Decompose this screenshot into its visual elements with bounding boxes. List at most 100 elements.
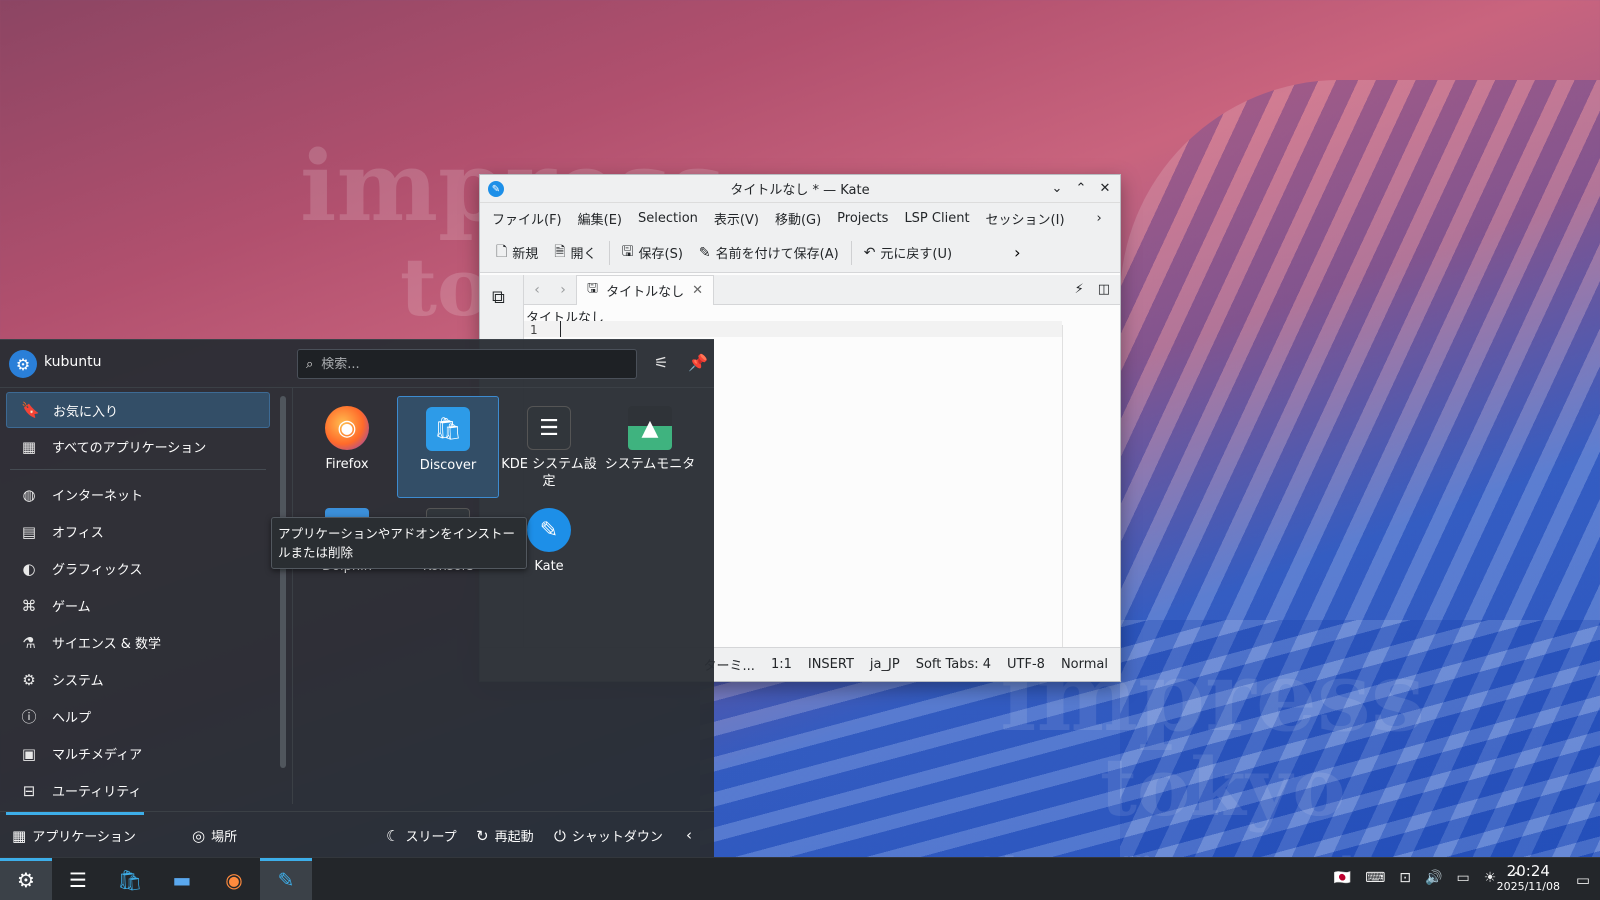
firefox-icon: ◉ — [225, 867, 243, 892]
volume-icon[interactable]: 🔊 — [1425, 870, 1442, 886]
category-graphics[interactable]: ◐ グラフィックス — [6, 550, 270, 587]
menu-overflow-icon[interactable]: › — [1089, 211, 1110, 226]
documents-panel-icon[interactable]: ⧉ — [492, 287, 505, 308]
network-icon[interactable]: ⊡ — [1399, 870, 1411, 886]
category-office[interactable]: ▤ オフィス — [6, 513, 270, 550]
discover-icon: 🛍 — [426, 407, 470, 451]
taskbar-settings[interactable]: ☰ — [52, 858, 104, 900]
restart-button[interactable]: ↻ 再起動 — [476, 826, 534, 846]
new-button[interactable]: 🗋 新規 — [488, 241, 546, 265]
category-separator — [10, 469, 266, 470]
status-highlighting[interactable]: Normal — [1061, 657, 1108, 672]
tab-applications[interactable]: ▦ アプリケーション — [12, 826, 136, 846]
save-as-icon: ✎ — [698, 244, 711, 261]
maximize-icon[interactable]: ⌃ — [1072, 179, 1090, 197]
kubuntu-logo-icon: ⚙ — [17, 867, 35, 892]
tab-places[interactable]: ◎ 場所 — [192, 826, 237, 846]
tab-close-icon[interactable]: ✕ — [692, 283, 703, 298]
grid-icon: ▦ — [12, 826, 27, 845]
system-tray: 🇯🇵 ⌨ ⊡ 🔊 ▭ ☀ ⌃ — [1334, 870, 1522, 886]
taskbar-firefox[interactable]: ◉ — [208, 858, 260, 900]
menu-session[interactable]: セッション(I) — [978, 209, 1073, 228]
gamepad-icon: ⌘ — [21, 596, 37, 615]
category-scrollbar[interactable] — [280, 396, 286, 768]
menu-selection[interactable]: Selection — [630, 211, 706, 226]
monitor-icon: ▣ — [21, 744, 37, 763]
clock[interactable]: 20:24 2025/11/08 — [1497, 862, 1560, 894]
new-file-icon: 🗋 — [496, 243, 508, 260]
undo-button[interactable]: ↶ 元に戻す(U) — [856, 243, 960, 263]
taskbar-kate[interactable]: ✎ — [260, 858, 312, 900]
app-discover[interactable]: 🛍 Discover — [397, 396, 499, 498]
restart-icon: ↻ — [476, 826, 489, 845]
split-view-icon[interactable]: ◫ — [1098, 282, 1110, 297]
category-utilities[interactable]: ⊟ ユーティリティ — [6, 772, 270, 809]
status-position[interactable]: 1:1 — [771, 657, 792, 672]
battery-icon[interactable]: ▭ — [1456, 870, 1469, 886]
toolbar-overflow-icon[interactable]: › — [1014, 243, 1020, 262]
category-multimedia[interactable]: ▣ マルチメディア — [6, 735, 270, 772]
menu-projects[interactable]: Projects — [829, 211, 896, 226]
category-games[interactable]: ⌘ ゲーム — [6, 587, 270, 624]
palette-icon: ◐ — [22, 559, 36, 578]
configure-icon[interactable]: ⚟ — [654, 353, 668, 372]
compass-icon: ◎ — [192, 826, 206, 845]
app-firefox[interactable]: ◉ Firefox — [296, 396, 398, 498]
pin-icon[interactable]: 📌 — [688, 353, 708, 372]
category-system[interactable]: ⚙ システム — [6, 661, 270, 698]
category-science[interactable]: ⚗ サイエンス & 数学 — [6, 624, 270, 661]
text-cursor — [560, 321, 561, 337]
keyboard-icon[interactable]: ⌨ — [1365, 870, 1385, 886]
app-system-monitor[interactable]: ▲ システムモニタ — [599, 396, 701, 498]
menu-view[interactable]: 表示(V) — [706, 209, 767, 228]
menu-bar: ファイル(F) 編集(E) Selection 表示(V) 移動(G) Proj… — [480, 203, 1120, 233]
status-encoding[interactable]: UTF-8 — [1007, 657, 1045, 672]
clock-time: 20:24 — [1506, 862, 1550, 880]
tab-untitled[interactable]: 🖫 タイトルなし ✕ — [576, 274, 714, 305]
menu-go[interactable]: 移動(G) — [767, 209, 829, 228]
more-actions-icon[interactable]: ‹ — [686, 826, 692, 844]
main-toolbar: 🗋 新規 🗎 開く 🖫 保存(S) ✎ 名前を付けて保存(A) ↶ 元に戻す(U) › — [480, 233, 1120, 273]
watermark-tokyo-2: tokyo — [1100, 740, 1346, 834]
kubuntu-logo-icon: ⚙ — [9, 350, 37, 378]
status-dictionary[interactable]: ja_JP — [870, 657, 900, 672]
save-as-button[interactable]: ✎ 名前を付けて保存(A) — [691, 243, 847, 263]
shutdown-button[interactable]: ⏻ シャットダウン — [554, 826, 663, 846]
launcher-button[interactable]: ⚙ — [0, 858, 52, 900]
tab-bar: ‹ › 🖫 タイトルなし ✕ ⚡ ◫ — [524, 274, 1120, 305]
brightness-icon[interactable]: ☀ — [1484, 870, 1497, 886]
taskbar-dolphin[interactable]: ▬ — [156, 858, 208, 900]
category-favorites[interactable]: 🔖 お気に入り — [6, 392, 270, 428]
quick-open-icon[interactable]: ⚡ — [1075, 282, 1084, 297]
menu-file[interactable]: ファイル(F) — [484, 209, 570, 228]
tab-back-icon[interactable]: ‹ — [524, 282, 550, 298]
sleep-button[interactable]: ☾ スリープ — [386, 826, 457, 846]
open-button[interactable]: 🗎 開く — [546, 241, 604, 265]
kate-icon: ✎ — [277, 867, 295, 892]
menu-edit[interactable]: 編集(E) — [570, 209, 630, 228]
category-internet[interactable]: ◍ インターネット — [6, 476, 270, 513]
tab-forward-icon[interactable]: › — [550, 282, 576, 298]
status-indentation[interactable]: Soft Tabs: 4 — [916, 657, 991, 672]
kate-titlebar[interactable]: ✎ タイトルなし * — Kate ⌄ ⌃ ✕ — [480, 175, 1120, 203]
taskbar-discover[interactable]: 🛍 — [104, 858, 156, 900]
toolbar-separator — [850, 240, 852, 265]
power-icon: ⏻ — [554, 826, 566, 845]
minimap[interactable] — [1062, 325, 1120, 647]
japan-flag-icon[interactable]: 🇯🇵 — [1334, 870, 1351, 886]
grid-icon: ▦ — [21, 437, 37, 456]
category-all-apps[interactable]: ▦ すべてのアプリケーション — [6, 428, 270, 465]
save-button[interactable]: 🖫 保存(S) — [614, 241, 691, 265]
show-desktop-icon[interactable]: ▭ — [1576, 871, 1590, 889]
minimize-icon[interactable]: ⌄ — [1048, 179, 1066, 197]
search-input[interactable] — [321, 356, 612, 372]
close-icon[interactable]: ✕ — [1096, 179, 1114, 197]
app-kde-settings[interactable]: ☰ KDE システム設定 — [498, 396, 600, 498]
category-list: 🔖 お気に入り ▦ すべてのアプリケーション ◍ インターネット ▤ オフィス ◐ グラフ… — [0, 388, 276, 804]
info-icon: ⓘ — [21, 708, 37, 726]
category-help[interactable]: ⓘ ヘルプ — [6, 698, 270, 735]
status-mode[interactable]: INSERT — [808, 657, 854, 672]
settings-icon: ☰ — [69, 867, 87, 892]
menu-lsp-client[interactable]: LSP Client — [896, 211, 977, 226]
search-box[interactable]: ⌕ — [297, 349, 637, 379]
